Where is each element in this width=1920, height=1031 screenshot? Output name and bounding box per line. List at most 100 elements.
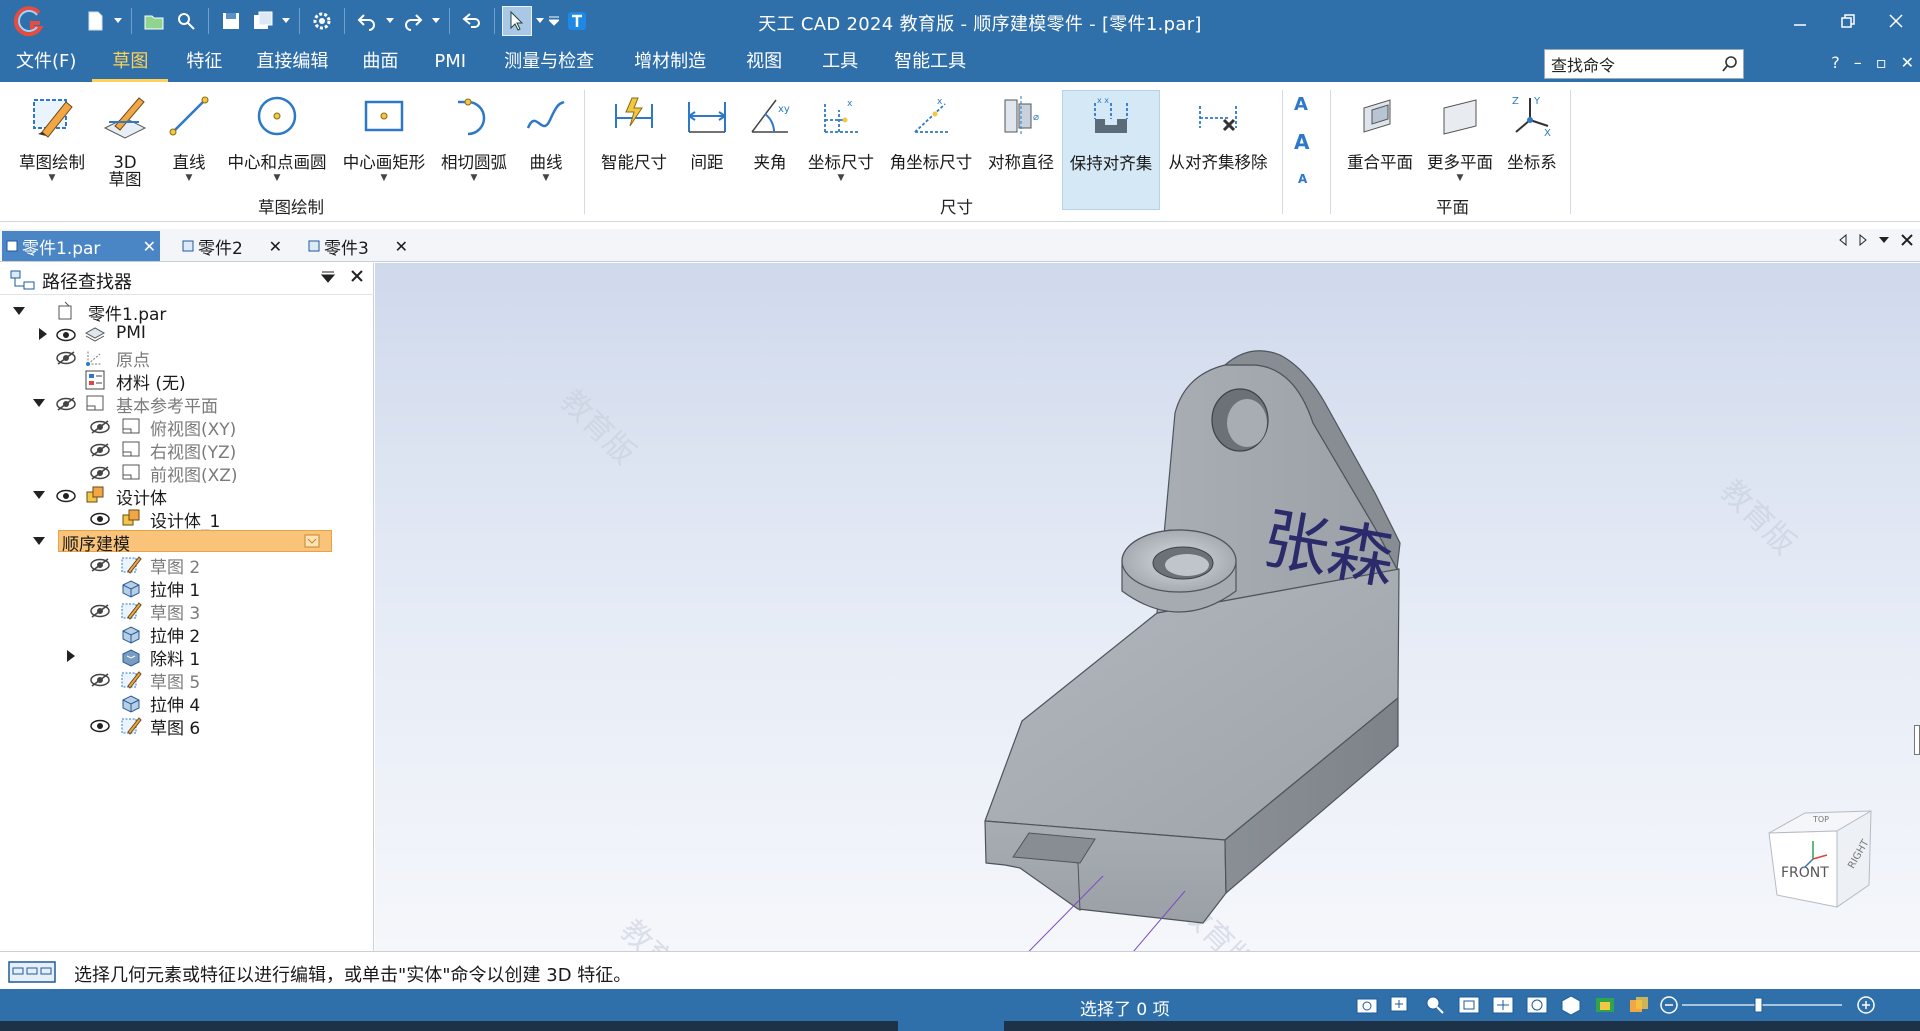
view-cube[interactable]: FRONT RIGHT TOP (1761, 807, 1881, 917)
tree-item-label: PMI (116, 323, 146, 343)
visibility-eye-icon[interactable] (90, 511, 110, 526)
visibility-eye-icon[interactable] (90, 718, 110, 733)
part-file-icon (182, 240, 194, 252)
zoom-icon[interactable] (1423, 994, 1447, 1016)
sketch-draw-button[interactable]: 草图绘制 ▼ (10, 90, 94, 210)
view-orient-icon[interactable] (1559, 994, 1583, 1016)
remove-from-alignment-set-button[interactable]: 从对齐集移除 (1162, 90, 1274, 210)
hidden-eye-icon[interactable] (56, 396, 76, 411)
close-tab-icon[interactable]: ✕ (269, 237, 282, 256)
hidden-eye-icon[interactable] (90, 442, 110, 457)
curve-button[interactable]: 曲线 ▼ (518, 90, 574, 210)
menu-features[interactable]: 特征 (168, 42, 240, 82)
angle-dimension-button[interactable]: xy 夹角 (744, 90, 796, 210)
zoom-area-icon[interactable] (1389, 994, 1413, 1016)
doc-close-button[interactable]: ✕ (1901, 53, 1914, 72)
tab-scroll-right-icon[interactable] (1858, 234, 1868, 246)
restore-window-button[interactable] (1824, 0, 1872, 42)
body-icon (120, 507, 142, 529)
coordinate-system-icon: Y X Z (1512, 96, 1551, 139)
menu-file[interactable]: 文件(F) (0, 42, 92, 82)
symmetric-diameter-button[interactable]: ⌀ 对称直径 (984, 90, 1058, 210)
zoom-slider[interactable] (1660, 996, 1875, 1014)
menu-smart-tools[interactable]: 智能工具 (878, 42, 982, 82)
svg-text:Y: Y (1533, 96, 1541, 107)
center-point-circle-button[interactable]: 中心和点画圆 ▼ (222, 90, 332, 210)
close-window-button[interactable] (1872, 0, 1920, 42)
menu-additive-mfg[interactable]: 增材制造 (614, 42, 726, 82)
prompt-bar-icon[interactable] (8, 961, 56, 983)
menu-direct-edit[interactable]: 直接编辑 (240, 42, 344, 82)
menu-view[interactable]: 视图 (726, 42, 802, 82)
doc-restore-button[interactable]: ▫ (1876, 53, 1887, 72)
close-tab-icon[interactable]: ✕ (395, 237, 408, 256)
fit-view-icon[interactable] (1457, 994, 1481, 1016)
svg-text:x: x (937, 97, 943, 107)
rollback-marker-icon[interactable] (304, 534, 320, 548)
close-tab-icon[interactable]: ✕ (143, 237, 156, 256)
hidden-eye-icon[interactable] (56, 350, 76, 365)
menu-sketch[interactable]: 草图 (92, 42, 169, 82)
expand-arrow-icon[interactable] (12, 304, 26, 318)
pan-icon[interactable] (1491, 994, 1515, 1016)
visibility-eye-icon[interactable] (56, 327, 76, 342)
coordinate-system-button[interactable]: YXZ 坐标系 (1502, 90, 1562, 210)
extrude-icon (120, 622, 142, 644)
color-icon[interactable] (1627, 994, 1651, 1016)
collapse-arrow-icon[interactable] (64, 649, 78, 663)
distance-dimension-button[interactable]: 间距 (682, 90, 732, 210)
tab-list-dropdown-icon[interactable] (1878, 234, 1890, 246)
collapse-arrow-icon[interactable] (36, 327, 50, 341)
tab-scroll-left-icon[interactable] (1838, 234, 1848, 246)
3d-viewport[interactable]: 教育版 教育版 教育版 教育版 (375, 263, 1920, 951)
display-style-icon[interactable] (1593, 994, 1617, 1016)
rotate-icon[interactable] (1525, 994, 1549, 1016)
line-button[interactable]: 直线 ▼ (164, 90, 214, 210)
camera-icon[interactable] (1355, 994, 1379, 1016)
text-size-increase-icon[interactable]: A (1294, 94, 1308, 115)
command-search-input[interactable] (1545, 54, 1717, 74)
angular-coordinate-dimension-button[interactable]: x 角坐标尺寸 (884, 90, 978, 210)
tangent-arc-button[interactable]: 相切圆弧 ▼ (436, 90, 512, 210)
expand-arrow-icon[interactable] (32, 534, 46, 548)
expand-arrow-icon[interactable] (32, 488, 46, 502)
hidden-eye-icon[interactable] (90, 672, 110, 687)
text-size-medium-icon[interactable]: A (1294, 130, 1309, 154)
coordinate-dimension-button[interactable]: x 坐标尺寸 ▼ (804, 90, 878, 210)
expand-arrow-icon[interactable] (32, 396, 46, 410)
doc-minimize-button[interactable]: – (1854, 53, 1862, 72)
ribbon: 草图绘制 ▼ 3D 草图 直线 ▼ 中心和点画圆 ▼ 中心画矩形 ▼ 相切圆弧 … (0, 82, 1920, 222)
more-planes-button[interactable]: 更多平面 ▼ (1422, 90, 1498, 210)
hidden-eye-icon[interactable] (90, 465, 110, 480)
view-cube-front-label: FRONT (1781, 865, 1829, 881)
doc-tab-part2[interactable]: 零件2 ✕ (178, 231, 286, 261)
hidden-eye-icon[interactable] (90, 557, 110, 572)
smart-dimension-button[interactable]: 智能尺寸 (596, 90, 672, 210)
tree-item[interactable]: 草图 6 (0, 712, 372, 739)
coincident-plane-button[interactable]: 重合平面 (1342, 90, 1418, 210)
prompt-message: 选择几何元素或特征以进行编辑，或单击"实体"命令以创建 3D 特征。 (74, 965, 632, 986)
menu-pmi[interactable]: PMI (416, 42, 484, 82)
more-planes-icon (1443, 99, 1477, 135)
menu-tools[interactable]: 工具 (802, 42, 878, 82)
menu-surface[interactable]: 曲面 (344, 42, 416, 82)
hidden-eye-icon[interactable] (90, 603, 110, 618)
visibility-eye-icon[interactable] (56, 488, 76, 503)
text-size-decrease-icon[interactable]: A (1298, 172, 1307, 186)
center-rectangle-button[interactable]: 中心画矩形 ▼ (338, 90, 430, 210)
menu-measure-inspect[interactable]: 测量与检查 (484, 42, 614, 82)
sketch-3d-button[interactable]: 3D 草图 (98, 90, 152, 210)
search-icon[interactable] (1717, 51, 1743, 77)
close-all-tabs-icon[interactable] (1900, 233, 1914, 247)
doc-tab-part3[interactable]: 零件3 ✕ (304, 231, 412, 261)
pathfinder-close-icon[interactable] (350, 269, 364, 283)
minimize-window-button[interactable] (1776, 0, 1824, 42)
help-button[interactable]: ? (1831, 53, 1840, 72)
doc-tab-part1[interactable]: 零件1.par ✕ (2, 231, 160, 261)
keep-alignment-set-button[interactable]: x x 保持对齐集 (1062, 90, 1160, 210)
pathfinder-menu-icon[interactable] (320, 269, 336, 285)
pathfinder-header: 路径查找器 (0, 263, 374, 295)
tab-navigation (1838, 233, 1914, 247)
viewport-scrollbar[interactable] (1914, 725, 1920, 755)
hidden-eye-icon[interactable] (90, 419, 110, 434)
